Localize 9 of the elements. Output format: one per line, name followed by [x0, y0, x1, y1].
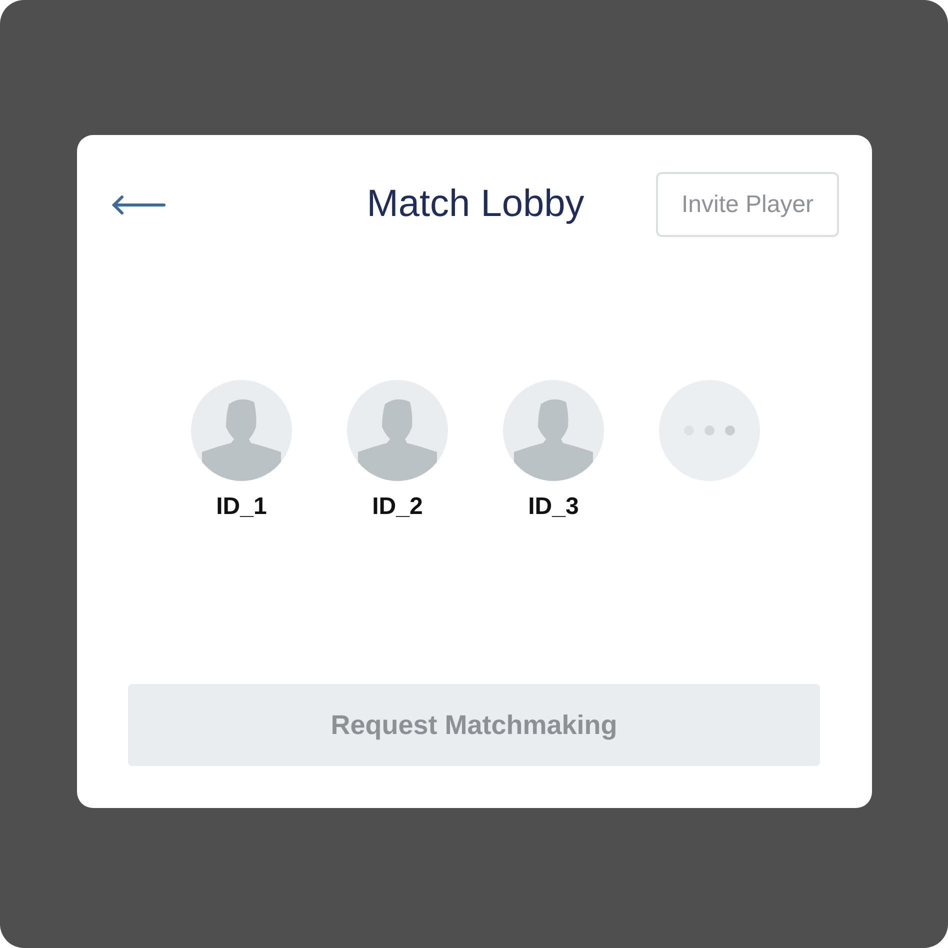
avatar-icon: [503, 380, 604, 481]
back-arrow-icon[interactable]: [112, 194, 166, 214]
window-title: Match Lobby: [366, 183, 584, 226]
player-id: ID_3: [528, 493, 579, 521]
invite-player-button[interactable]: Invite Player: [656, 172, 839, 237]
avatar-icon: [347, 380, 448, 481]
player-id: ID_2: [372, 493, 423, 521]
avatar-icon: [191, 380, 292, 481]
player-id: ID_1: [216, 493, 267, 521]
